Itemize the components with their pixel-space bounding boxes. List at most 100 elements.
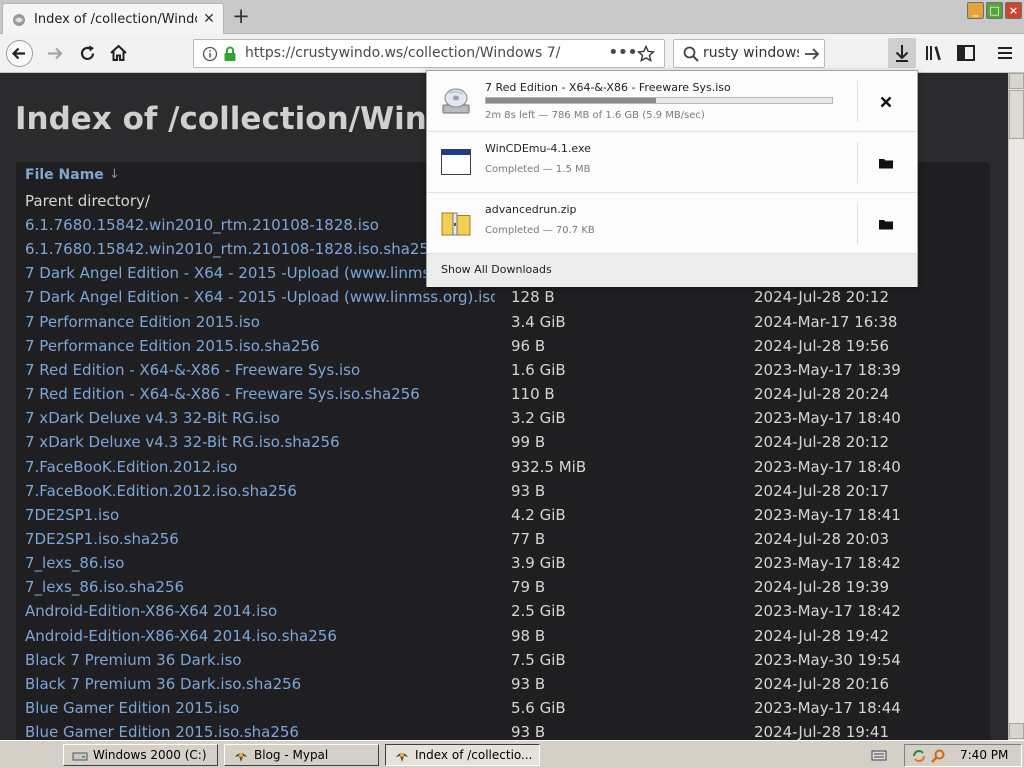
- maximize-button[interactable]: □: [986, 2, 1003, 19]
- sidebar-icon[interactable]: [955, 42, 977, 64]
- file-name-link[interactable]: 7DE2SP1.iso.sha256: [25, 530, 495, 548]
- table-row[interactable]: 7.FaceBooK.Edition.2012.iso 932.5 MiB 2023…: [16, 456, 990, 480]
- file-name-link[interactable]: 7 Performance Edition 2015.iso: [25, 313, 495, 331]
- taskbar-button-label: Windows 2000 (C:): [93, 748, 207, 762]
- close-window-button[interactable]: ×: [1005, 2, 1022, 19]
- table-row[interactable]: 7DE2SP1.iso 4.2 GiB 2023-May-17 18:41: [16, 504, 990, 528]
- parent-directory-link[interactable]: Parent directory/: [25, 192, 495, 210]
- scroll-up-button[interactable]: [1009, 73, 1024, 89]
- show-all-downloads-button[interactable]: Show All Downloads: [427, 254, 917, 287]
- downloads-button[interactable]: [888, 38, 916, 68]
- file-name-link[interactable]: 7 xDark Deluxe v4.3 32-Bit RG.iso.sha256: [25, 433, 495, 451]
- table-row[interactable]: 7 xDark Deluxe v4.3 32-Bit RG.iso.sha256…: [16, 431, 990, 455]
- file-size: 2.5 GiB: [511, 602, 566, 621]
- address-bar[interactable]: https://crustywindo.ws/collection/Window…: [193, 39, 665, 68]
- file-size: 7.5 GiB: [511, 650, 566, 669]
- table-row[interactable]: 7 Dark Angel Edition - X64 - 2015 -Uploa…: [16, 286, 990, 310]
- file-name-link[interactable]: 7 Dark Angel Edition - X64 - 2015 -Uploa…: [25, 288, 495, 306]
- table-row[interactable]: 7_lexs_86.iso.sha256 79 B 2024-Jul-28 19:3…: [16, 576, 990, 600]
- info-icon[interactable]: [202, 46, 218, 62]
- keyboard-icon[interactable]: [871, 747, 887, 763]
- file-name-link[interactable]: Android-Edition-X86-X64 2014.iso: [25, 602, 495, 620]
- search-tray-icon[interactable]: [930, 748, 946, 764]
- file-date: 2023-May-30 19:54: [754, 650, 901, 669]
- table-row[interactable]: Android-Edition-X86-X64 2014.iso 2.5 GiB 2…: [16, 600, 990, 624]
- scroll-down-button[interactable]: [1009, 723, 1024, 739]
- file-name-link[interactable]: 7 xDark Deluxe v4.3 32-Bit RG.iso: [25, 409, 495, 427]
- taskbar-button-label: Index of /collectio...: [415, 748, 533, 762]
- download-status: 2m 8s left — 786 MB of 1.6 GB (5.9 MB/se…: [485, 110, 705, 121]
- minimize-button[interactable]: _: [967, 2, 984, 19]
- table-row[interactable]: Black 7 Premium 36 Dark.iso 7.5 GiB 2023-M…: [16, 649, 990, 673]
- scroll-thumb[interactable]: [1009, 90, 1024, 139]
- reload-button[interactable]: [74, 40, 101, 67]
- file-name-link[interactable]: 6.1.7680.15842.win2010_rtm.210108-1828.i…: [25, 216, 495, 234]
- table-row[interactable]: Blue Gamer Edition 2015.iso 5.6 GiB 2023-M…: [16, 697, 990, 721]
- file-name-link[interactable]: 7.FaceBooK.Edition.2012.iso: [25, 458, 495, 476]
- bookmark-star-icon[interactable]: [637, 45, 655, 63]
- column-header-file-name[interactable]: File Name: [25, 167, 104, 183]
- file-name-link[interactable]: 7.FaceBooK.Edition.2012.iso.sha256: [25, 482, 495, 500]
- taskbar-button-index-of-collection[interactable]: Index of /collectio...: [385, 744, 540, 766]
- file-size: 932.5 MiB: [511, 457, 587, 476]
- file-size: 77 B: [511, 529, 546, 548]
- file-name-link[interactable]: 7_lexs_86.iso: [25, 554, 495, 572]
- table-row[interactable]: 7DE2SP1.iso.sha256 77 B 2024-Jul-28 20:03: [16, 528, 990, 552]
- lock-icon[interactable]: [223, 46, 237, 62]
- file-name-link[interactable]: 7 Dark Angel Edition - X64 - 2015 -Uploa…: [25, 264, 495, 282]
- mypal-icon: [396, 753, 408, 762]
- download-separator: [857, 142, 858, 183]
- page-actions-button[interactable]: •••: [608, 42, 638, 63]
- file-name-link[interactable]: Blue Gamer Edition 2015.iso.sha256: [25, 723, 495, 740]
- open-folder-icon[interactable]: [875, 213, 897, 235]
- table-row[interactable]: 7.FaceBooK.Edition.2012.iso.sha256 93 B 20…: [16, 480, 990, 504]
- file-name-link[interactable]: 7DE2SP1.iso: [25, 506, 495, 524]
- table-row[interactable]: 7_lexs_86.iso 3.9 GiB 2023-May-17 18:42: [16, 552, 990, 576]
- taskbar-button-blog-mypal[interactable]: Blog - Mypal: [224, 744, 379, 766]
- file-name-link[interactable]: 7 Performance Edition 2015.iso.sha256: [25, 337, 495, 355]
- search-bar[interactable]: rusty windows: [673, 39, 825, 68]
- back-button[interactable]: [6, 40, 33, 67]
- table-row[interactable]: 7 Red Edition - X64-&-X86 - Freeware Sys…: [16, 383, 990, 407]
- network-refresh-icon[interactable]: [911, 748, 927, 764]
- download-item-2[interactable]: WinCDEmu-4.1.exe Completed — 1.5 MB: [427, 132, 917, 193]
- file-size: 3.4 GiB: [511, 312, 566, 331]
- file-name-link[interactable]: Black 7 Premium 36 Dark.iso: [25, 651, 495, 669]
- file-name-link[interactable]: 7 Red Edition - X64-&-X86 - Freeware Sys…: [25, 385, 495, 403]
- tab-index-of-collection[interactable]: Index of /collection/Windows 7/ ✕: [2, 3, 224, 34]
- cancel-download-icon[interactable]: [875, 91, 897, 113]
- table-row[interactable]: 7 Red Edition - X64-&-X86 - Freeware Sys…: [16, 359, 990, 383]
- forward-button[interactable]: [42, 40, 69, 67]
- file-name-link[interactable]: 7 Red Edition - X64-&-X86 - Freeware Sys…: [25, 361, 495, 379]
- file-size: 128 B: [511, 288, 555, 307]
- search-go-arrow-icon[interactable]: [803, 45, 821, 63]
- url-text[interactable]: https://crustywindo.ws/collection/Window…: [245, 45, 595, 61]
- file-date: 2024-Jul-28 19:42: [754, 626, 890, 645]
- library-icon[interactable]: [923, 42, 945, 64]
- file-date: 2023-May-17 18:42: [754, 554, 901, 573]
- hamburger-menu-icon[interactable]: [994, 42, 1016, 64]
- taskbar-button-windows-2000-c[interactable]: Windows 2000 (C:): [63, 744, 218, 766]
- file-name-link[interactable]: Black 7 Premium 36 Dark.iso.sha256: [25, 675, 495, 693]
- file-name-link[interactable]: 7_lexs_86.iso.sha256: [25, 578, 495, 596]
- home-button[interactable]: [105, 40, 132, 67]
- table-row[interactable]: Blue Gamer Edition 2015.iso.sha256 93 B 20…: [16, 721, 990, 740]
- table-row[interactable]: 7 xDark Deluxe v4.3 32-Bit RG.iso 3.2 GiB…: [16, 407, 990, 431]
- download-item-1[interactable]: 7 Red Edition - X64-&-X86 - Freeware Sys…: [427, 71, 917, 132]
- download-progress-bar: [485, 97, 833, 104]
- download-item-3[interactable]: advancedrun.zip Completed — 70.7 KB: [427, 193, 917, 254]
- file-name-link[interactable]: Blue Gamer Edition 2015.iso: [25, 699, 495, 717]
- table-row[interactable]: 7 Performance Edition 2015.iso.sha256 96 …: [16, 335, 990, 359]
- search-input[interactable]: rusty windows: [703, 45, 799, 61]
- vertical-scrollbar[interactable]: [1008, 73, 1024, 740]
- file-name-link[interactable]: Android-Edition-X86-X64 2014.iso.sha256: [25, 627, 495, 645]
- file-size: 96 B: [511, 336, 546, 355]
- open-folder-icon[interactable]: [875, 152, 897, 174]
- table-row[interactable]: Android-Edition-X86-X64 2014.iso.sha256 9…: [16, 625, 990, 649]
- table-row[interactable]: Black 7 Premium 36 Dark.iso.sha256 93 B 20…: [16, 673, 990, 697]
- table-row[interactable]: 7 Performance Edition 2015.iso 3.4 GiB 202…: [16, 311, 990, 335]
- file-name-link[interactable]: 6.1.7680.15842.win2010_rtm.210108-1828.i…: [25, 240, 495, 258]
- tab-close-icon[interactable]: ✕: [201, 11, 217, 27]
- file-size: 98 B: [511, 626, 546, 645]
- new-tab-button[interactable]: +: [230, 5, 252, 27]
